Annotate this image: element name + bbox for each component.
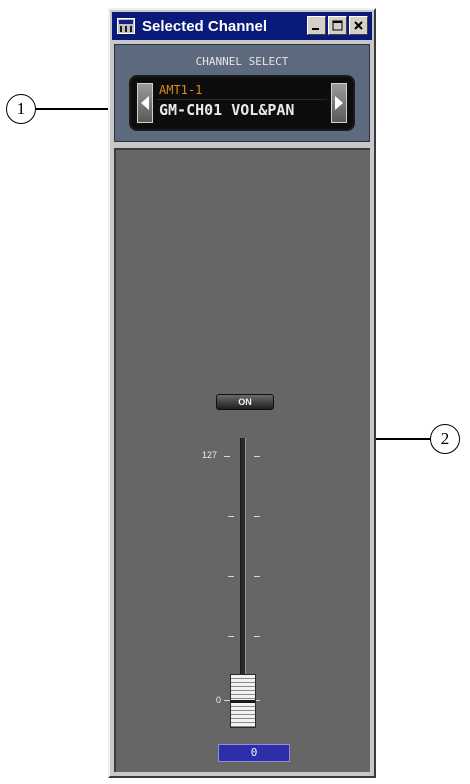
arrow-right-icon bbox=[335, 96, 343, 110]
close-icon bbox=[354, 21, 363, 30]
scale-tick bbox=[228, 636, 234, 637]
on-button[interactable]: ON bbox=[216, 394, 274, 410]
previous-channel-button[interactable] bbox=[137, 83, 153, 123]
channel-select-label: CHANNEL SELECT bbox=[195, 55, 289, 68]
fader-knob[interactable] bbox=[230, 674, 256, 728]
callout-2-label: 2 bbox=[440, 429, 450, 448]
callout-1: 1 bbox=[6, 94, 36, 124]
scale-tick bbox=[254, 636, 260, 637]
page: 1 2 Selected Channel CHANNEL SELECT AMT1… bbox=[0, 0, 470, 784]
next-channel-button[interactable] bbox=[331, 83, 347, 123]
display-separator bbox=[157, 99, 327, 100]
channel-id: AMT1-1 bbox=[159, 83, 203, 97]
minimize-button[interactable] bbox=[307, 16, 326, 35]
close-button[interactable] bbox=[349, 16, 368, 35]
selected-channel-window: Selected Channel CHANNEL SELECT AMT1-1 G… bbox=[108, 8, 376, 778]
fader-knob-center-line bbox=[231, 700, 255, 703]
scale-tick bbox=[254, 456, 260, 457]
scale-tick bbox=[254, 576, 260, 577]
minimize-icon bbox=[312, 28, 319, 30]
maximize-icon bbox=[332, 20, 343, 31]
scale-max-label: 127 bbox=[202, 450, 218, 460]
scale-min-label: 0 bbox=[216, 695, 222, 705]
scale-tick bbox=[228, 516, 234, 517]
scale-tick bbox=[254, 516, 260, 517]
arrow-left-icon bbox=[141, 96, 149, 110]
app-icon[interactable] bbox=[116, 17, 136, 35]
callout-2: 2 bbox=[430, 424, 460, 454]
window-title: Selected Channel bbox=[142, 17, 268, 35]
channel-name: GM-CH01 VOL&PAN bbox=[159, 101, 295, 119]
channel-select-panel: CHANNEL SELECT AMT1-1 GM-CH01 VOL&PAN bbox=[114, 44, 370, 142]
channel-display: AMT1-1 GM-CH01 VOL&PAN bbox=[129, 75, 355, 131]
title-bar[interactable]: Selected Channel bbox=[112, 12, 372, 40]
callout-1-label: 1 bbox=[16, 99, 26, 118]
scale-tick bbox=[228, 576, 234, 577]
fader-panel: ON 127 0 0 bbox=[114, 148, 370, 772]
fader-value-box[interactable]: 0 bbox=[218, 744, 290, 762]
window-controls bbox=[307, 16, 368, 35]
scale-tick bbox=[224, 456, 230, 457]
maximize-button[interactable] bbox=[328, 16, 347, 35]
